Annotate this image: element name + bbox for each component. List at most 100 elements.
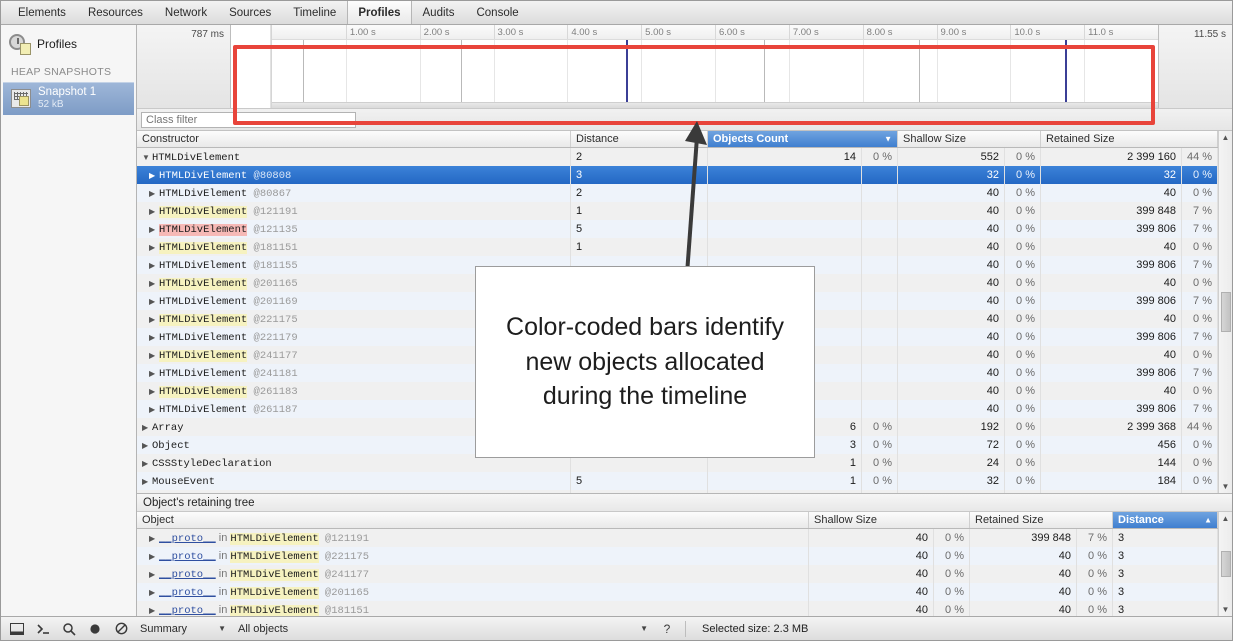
record-icon[interactable] — [83, 619, 107, 639]
tab-audits[interactable]: Audits — [412, 1, 466, 24]
table-row[interactable]: ▶MouseEvent510 %320 %1840 % — [137, 472, 1218, 490]
twisty-collapsed-icon[interactable]: ▶ — [149, 329, 159, 346]
tab-sources[interactable]: Sources — [218, 1, 282, 24]
twisty-collapsed-icon[interactable]: ▶ — [149, 167, 159, 184]
object-filter-select[interactable]: All objects ▼ — [233, 620, 653, 638]
twisty-collapsed-icon[interactable]: ▶ — [142, 455, 152, 472]
twisty-collapsed-icon[interactable]: ▶ — [149, 401, 159, 418]
twisty-collapsed-icon[interactable]: ▶ — [149, 221, 159, 238]
twisty-collapsed-icon[interactable]: ▶ — [142, 419, 152, 436]
retained-size-pct: 7 % — [1182, 220, 1218, 238]
help-icon[interactable]: ? — [655, 619, 679, 639]
overview-plot[interactable] — [272, 40, 1158, 102]
allocation-bar[interactable] — [764, 40, 765, 102]
overview-graph[interactable]: 1.00 s2.00 s3.00 s4.00 s5.00 s6.00 s7.00… — [271, 25, 1158, 108]
cell-retained-size: 400 % — [1041, 238, 1218, 256]
scroll-down-icon[interactable]: ▼ — [1222, 603, 1230, 616]
objects-count-pct — [862, 346, 898, 364]
cell-constructor: ▶HTMLDivElement @80808 — [137, 166, 571, 184]
scroll-up-icon[interactable]: ▲ — [1222, 512, 1230, 525]
twisty-collapsed-icon[interactable]: ▶ — [149, 548, 159, 565]
profiles-icon — [9, 33, 31, 55]
table-row[interactable]: ▶__proto__ in HTMLDivElement @241177400 … — [137, 565, 1218, 583]
column-label: Shallow Size — [814, 514, 877, 526]
cell-distance: 3 — [1113, 529, 1218, 547]
twisty-collapsed-icon[interactable]: ▶ — [149, 203, 159, 220]
table-row[interactable]: ▶__proto__ in HTMLDivElement @201165400 … — [137, 583, 1218, 601]
allocation-bar[interactable] — [461, 40, 462, 102]
twisty-collapsed-icon[interactable]: ▶ — [149, 257, 159, 274]
objects-count-pct: 0 % — [862, 454, 898, 472]
tab-elements[interactable]: Elements — [7, 1, 77, 24]
retained-size-pct: 44 % — [1182, 418, 1218, 436]
twisty-collapsed-icon[interactable]: ▶ — [149, 311, 159, 328]
column-header-shallow-size[interactable]: Shallow Size — [898, 131, 1041, 147]
twisty-collapsed-icon[interactable]: ▶ — [149, 584, 159, 601]
column-header-shallow-size-2[interactable]: Shallow Size — [809, 512, 970, 528]
shallow-size-pct: 0 % — [1005, 454, 1041, 472]
class-filter-input[interactable] — [141, 112, 356, 128]
twisty-collapsed-icon[interactable]: ▶ — [149, 383, 159, 400]
twisty-expanded-icon[interactable]: ▼ — [142, 149, 152, 166]
allocation-bar[interactable] — [919, 40, 920, 102]
table-row[interactable]: ▶UIEvent510 %320 %1840 % — [137, 490, 1218, 493]
column-header-objects-count[interactable]: Objects Count ▼ — [708, 131, 898, 147]
twisty-collapsed-icon[interactable]: ▶ — [149, 239, 159, 256]
view-mode-select[interactable]: Summary ▼ — [135, 620, 231, 638]
shallow-size-value: 24 — [898, 454, 1005, 472]
objects-count-value — [708, 184, 862, 202]
column-header-constructor[interactable]: Constructor — [137, 131, 571, 147]
tab-profiles[interactable]: Profiles — [347, 1, 411, 24]
scrollbar-thumb[interactable] — [1221, 292, 1231, 332]
allocation-bar[interactable] — [303, 40, 304, 102]
twisty-collapsed-icon[interactable]: ▶ — [149, 530, 159, 547]
sort-ascending-icon: ▲ — [1204, 516, 1212, 525]
twisty-collapsed-icon[interactable]: ▶ — [149, 566, 159, 583]
twisty-collapsed-icon[interactable]: ▶ — [142, 473, 152, 490]
table-row[interactable]: ▶__proto__ in HTMLDivElement @121191400 … — [137, 529, 1218, 547]
retained-size-pct: 0 % — [1182, 346, 1218, 364]
scroll-down-icon[interactable]: ▼ — [1222, 480, 1230, 493]
table-row[interactable]: ▶__proto__ in HTMLDivElement @221175400 … — [137, 547, 1218, 565]
table-row[interactable]: ▶__proto__ in HTMLDivElement @181151400 … — [137, 601, 1218, 616]
shallow-size-pct: 0 % — [1005, 220, 1041, 238]
console-drawer-icon[interactable] — [31, 619, 55, 639]
column-header-retained-size-2[interactable]: Retained Size — [970, 512, 1113, 528]
tab-console[interactable]: Console — [465, 1, 529, 24]
object-id: @201169 — [247, 296, 297, 308]
allocation-bar[interactable] — [626, 40, 628, 102]
scroll-up-icon[interactable]: ▲ — [1222, 131, 1230, 144]
tab-timeline[interactable]: Timeline — [282, 1, 347, 24]
sidebar-item-profiles[interactable]: Profiles — [1, 30, 136, 61]
shallow-size-pct: 0 % — [1005, 202, 1041, 220]
twisty-collapsed-icon[interactable]: ▶ — [149, 347, 159, 364]
twisty-collapsed-icon[interactable]: ▶ — [149, 275, 159, 292]
clear-icon[interactable] — [109, 619, 133, 639]
twisty-collapsed-icon[interactable]: ▶ — [149, 293, 159, 310]
tab-resources[interactable]: Resources — [77, 1, 154, 24]
twisty-collapsed-icon[interactable]: ▶ — [149, 365, 159, 382]
column-label: Shallow Size — [903, 133, 966, 145]
objects-count-value: 14 — [708, 148, 862, 166]
twisty-collapsed-icon[interactable]: ▶ — [142, 437, 152, 454]
twisty-collapsed-icon[interactable]: ▶ — [149, 185, 159, 202]
allocation-bar[interactable] — [1065, 40, 1067, 102]
tab-network[interactable]: Network — [154, 1, 218, 24]
shallow-size-pct: 0 % — [1005, 292, 1041, 310]
column-label: Distance — [1118, 514, 1164, 526]
search-icon[interactable] — [57, 619, 81, 639]
dock-icon[interactable] — [5, 619, 29, 639]
twisty-collapsed-icon[interactable]: ▶ — [149, 602, 159, 616]
shallow-size-pct: 0 % — [1005, 256, 1041, 274]
column-header-retained-size[interactable]: Retained Size — [1041, 131, 1218, 147]
constructors-vertical-scrollbar[interactable]: ▲ ▼ — [1218, 131, 1232, 493]
sidebar-item-snapshot-1[interactable]: Snapshot 1 52 kB — [3, 82, 134, 115]
retaining-tree-vertical-scrollbar[interactable]: ▲ ▼ — [1218, 512, 1232, 616]
twisty-collapsed-icon[interactable]: ▶ — [142, 491, 152, 493]
scrollbar-thumb[interactable] — [1221, 551, 1231, 577]
column-header-distance-2[interactable]: Distance ▲ — [1113, 512, 1218, 528]
column-header-object[interactable]: Object — [137, 512, 809, 528]
cell-objects-count: 140 % — [708, 148, 898, 166]
cell-retained-size: 400 % — [970, 583, 1113, 601]
cell-object: ▶__proto__ in HTMLDivElement @121191 — [137, 529, 809, 547]
